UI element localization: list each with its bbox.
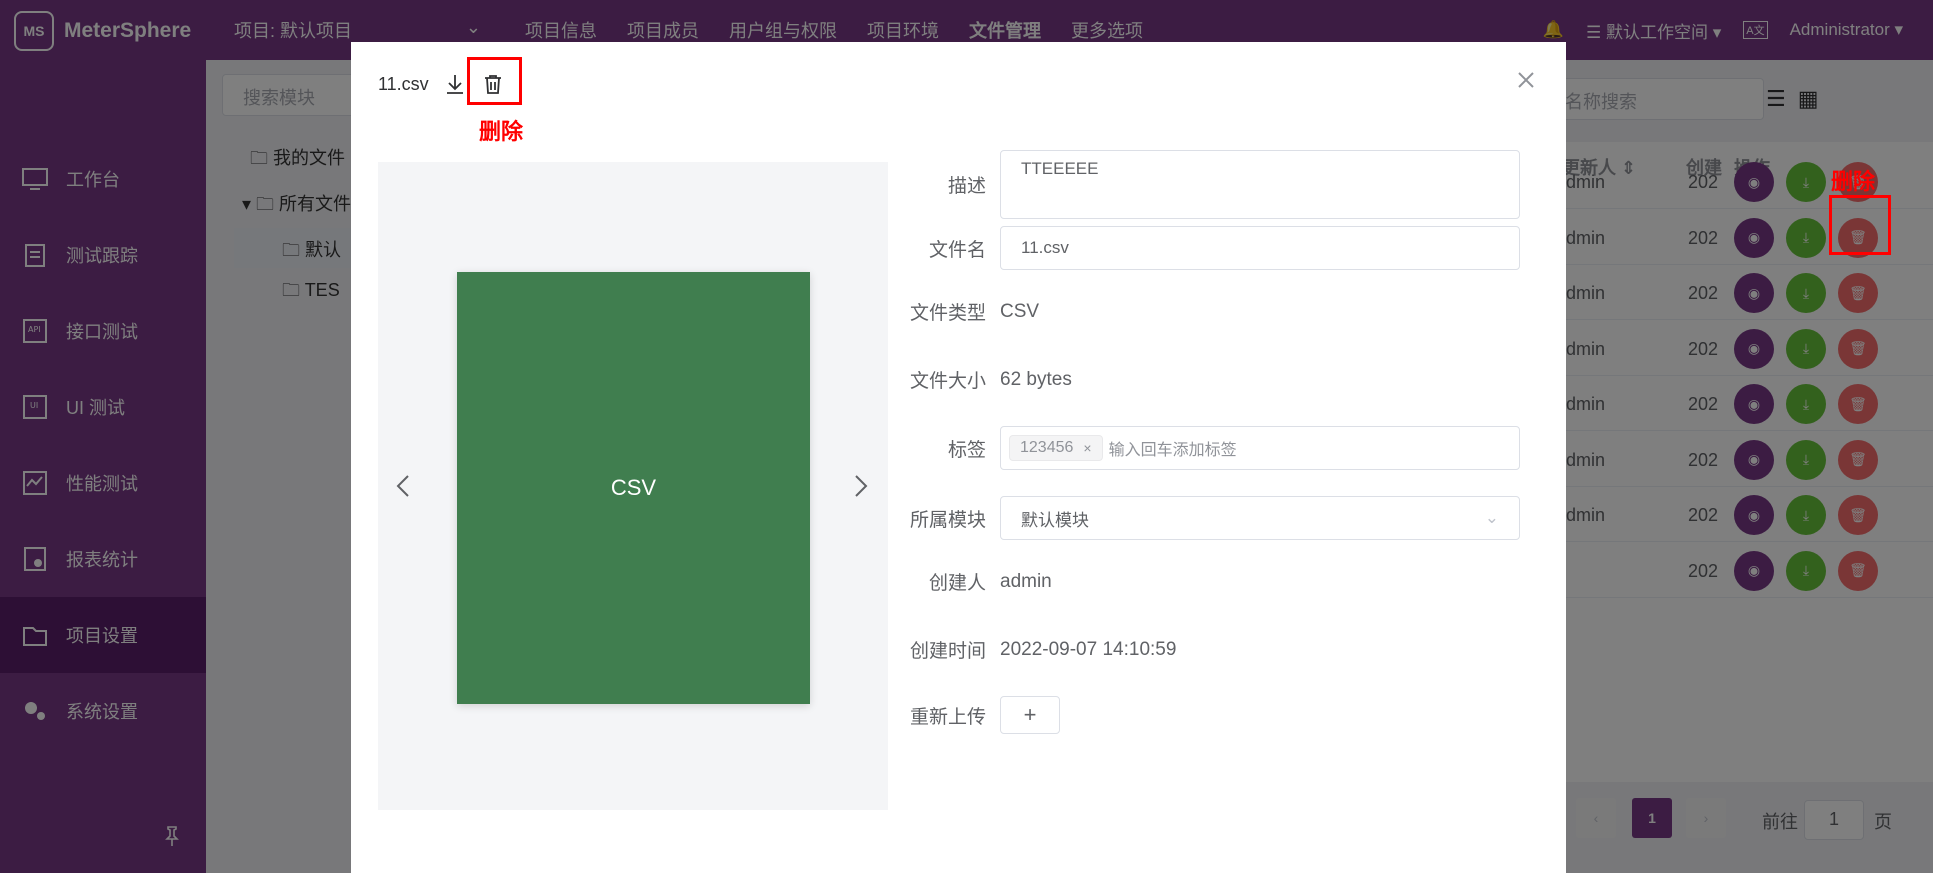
description-textarea[interactable]: TTEEEEE	[1000, 150, 1520, 219]
form-row-description: 描述 TTEEEEE	[896, 150, 1536, 219]
form-row-created-time: 创建时间 2022-09-07 14:10:59	[896, 636, 1536, 663]
annotation-dialog-delete-box	[467, 57, 522, 105]
form-label: 标签	[947, 439, 986, 461]
annotation-table-delete-label: 删除	[1831, 169, 1876, 194]
form-row-filename: 文件名 11.csv	[896, 226, 1536, 270]
form-label: 创建人	[928, 573, 986, 594]
close-icon[interactable]	[1514, 68, 1538, 92]
dialog-title: 11.csv	[378, 73, 429, 94]
form-label: 文件类型	[909, 303, 986, 324]
form-label: 所属模块	[909, 509, 986, 531]
filesize-value: 62 bytes	[1000, 368, 1072, 390]
annotation-table-delete-box	[1829, 195, 1891, 255]
chevron-right-icon[interactable]	[848, 472, 872, 500]
created-time-value: 2022-09-07 14:10:59	[1000, 638, 1177, 660]
form-label: 文件名	[928, 239, 986, 261]
filetype-value: CSV	[1000, 300, 1040, 322]
tag-label: 123456	[1020, 439, 1074, 456]
form-row-tags: 标签 123456 × 输入回车添加标签	[896, 426, 1536, 470]
reupload-button[interactable]: +	[1000, 696, 1060, 734]
tag-item: 123456 ×	[1009, 435, 1103, 461]
filename-input[interactable]: 11.csv	[1000, 226, 1520, 270]
form-label: 描述	[947, 176, 986, 197]
file-preview-card: CSV	[457, 272, 810, 704]
chevron-left-icon[interactable]	[392, 472, 416, 500]
annotation-dialog-delete-label: 删除	[479, 119, 524, 144]
app-root: MS MeterSphere 工作台 测试跟踪 API 接口测试 UI UI 测…	[0, 0, 1933, 873]
module-select-value: 默认模块	[1021, 510, 1089, 530]
tags-input[interactable]: 123456 × 输入回车添加标签	[1000, 426, 1520, 470]
form-label: 文件大小	[909, 371, 986, 392]
form-row-reupload: 重新上传 +	[896, 696, 1536, 734]
tag-close-icon[interactable]: ×	[1083, 440, 1091, 456]
module-select[interactable]: 默认模块 ⌄	[1000, 496, 1520, 540]
form-label: 重新上传	[909, 706, 986, 728]
form-label: 创建时间	[909, 641, 986, 662]
form-row-filesize: 文件大小 62 bytes	[896, 366, 1536, 393]
form-row-module: 所属模块 默认模块 ⌄	[896, 496, 1536, 540]
download-icon[interactable]	[443, 72, 467, 96]
form-row-filetype: 文件类型 CSV	[896, 298, 1536, 325]
chevron-down-icon: ⌄	[1484, 508, 1499, 527]
file-preview: CSV	[378, 162, 888, 810]
file-detail-dialog: 11.csv 删除 CSV 描述 TTEEEEE 文件名 11.csv 文件类型…	[351, 42, 1566, 873]
plus-icon: +	[1023, 702, 1037, 727]
form-row-creator: 创建人 admin	[896, 568, 1536, 595]
creator-value: admin	[1000, 570, 1052, 592]
tag-input-placeholder: 输入回车添加标签	[1108, 442, 1237, 459]
